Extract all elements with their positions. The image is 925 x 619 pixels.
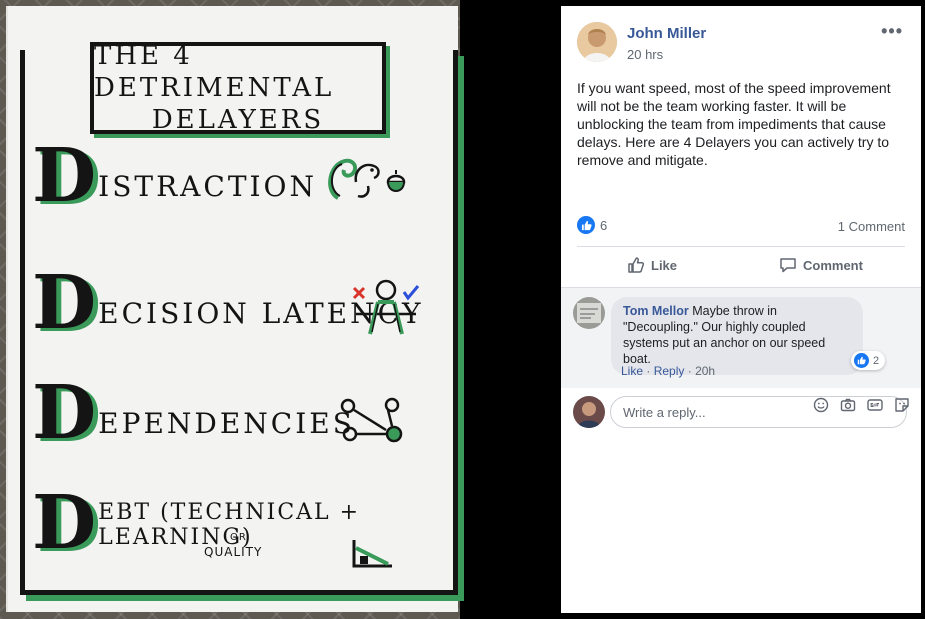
comment-button[interactable]: Comment	[779, 256, 863, 274]
like-reaction-icon	[854, 353, 869, 368]
poster-title-line2: DELAYERS	[151, 105, 325, 135]
poster-item-text: ISTRACTION	[98, 170, 318, 203]
more-options-icon[interactable]: •••	[881, 21, 903, 42]
post-photo[interactable]: THE 4 DETRIMENTAL DELAYERS D ISTRACTION …	[0, 0, 560, 619]
poster-item-distraction: D ISTRACTION	[32, 133, 318, 219]
commenter-avatar-image	[573, 297, 605, 329]
meta-separator: ·	[646, 364, 654, 378]
reply-tools	[812, 396, 911, 414]
poster-item-letter: D	[32, 370, 97, 456]
camera-icon[interactable]	[839, 396, 857, 414]
poster-debt-or: OR	[230, 532, 247, 543]
comments-section: Tom Mellor Maybe throw in "Decoupling." …	[561, 287, 921, 613]
reply-row: Write a reply...	[561, 388, 921, 438]
reaction-count: 6	[600, 217, 608, 233]
poster-item-letter: D	[32, 480, 97, 566]
post-text: If you want speed, most of the speed imp…	[577, 80, 891, 168]
comment-reply-link[interactable]: Reply	[654, 364, 685, 378]
poster-debt-quality: QUALITY	[204, 545, 263, 559]
squirrel-acorn-icon	[328, 158, 406, 200]
viewer-avatar	[573, 396, 605, 428]
poster-paper: THE 4 DETRIMENTAL DELAYERS D ISTRACTION …	[6, 6, 458, 612]
poster-title-line1: THE 4 DETRIMENTAL	[94, 41, 335, 103]
gif-icon[interactable]	[866, 396, 884, 414]
empty-panel-area	[561, 438, 921, 613]
sticker-icon[interactable]	[893, 396, 911, 414]
comment-like-link[interactable]: Like	[621, 364, 643, 378]
like-reaction-icon	[577, 216, 595, 234]
divider	[577, 246, 905, 247]
comment-age[interactable]: 20h	[695, 364, 715, 378]
comment-meta: Like · Reply · 20h	[621, 364, 715, 378]
viewer-avatar-image	[573, 396, 605, 428]
comment-icon	[780, 258, 796, 273]
like-label: Like	[651, 257, 678, 273]
post-panel: John Miller 20 hrs ••• If you want speed…	[561, 6, 921, 613]
poster-item-text: EBT (TECHNICAL + LEARNING)	[98, 500, 361, 550]
decision-person-icon	[352, 279, 420, 335]
author-avatar-image	[577, 22, 617, 62]
comment-label: Comment	[803, 257, 863, 273]
reply-placeholder: Write a reply...	[623, 404, 706, 420]
author-avatar[interactable]	[577, 22, 617, 62]
poster-item-text: EPENDENCIES	[98, 407, 355, 440]
post-author[interactable]: John Miller	[627, 25, 706, 42]
poster-item-letter: D	[32, 260, 97, 346]
comment-author[interactable]: Tom Mellor	[623, 304, 689, 318]
post-reactions[interactable]: 6	[577, 216, 607, 234]
poster-item-dependencies: D EPENDENCIES	[32, 370, 355, 456]
comment-count[interactable]: 1 Comment	[838, 219, 905, 234]
like-icon	[628, 257, 645, 273]
debt-ramp-icon	[352, 540, 392, 568]
dependency-graph-icon	[340, 397, 403, 443]
post-time[interactable]: 20 hrs	[627, 47, 663, 62]
poster-title-box: THE 4 DETRIMENTAL DELAYERS	[90, 41, 386, 135]
meta-separator: ·	[687, 364, 696, 378]
like-button[interactable]: Like	[627, 256, 677, 274]
comment-reaction-count: 2	[873, 354, 880, 367]
commenter-avatar[interactable]	[573, 297, 605, 329]
emoji-icon[interactable]	[812, 396, 830, 414]
comment-reactions[interactable]: 2	[851, 351, 886, 370]
poster-item-letter: D	[32, 133, 97, 219]
